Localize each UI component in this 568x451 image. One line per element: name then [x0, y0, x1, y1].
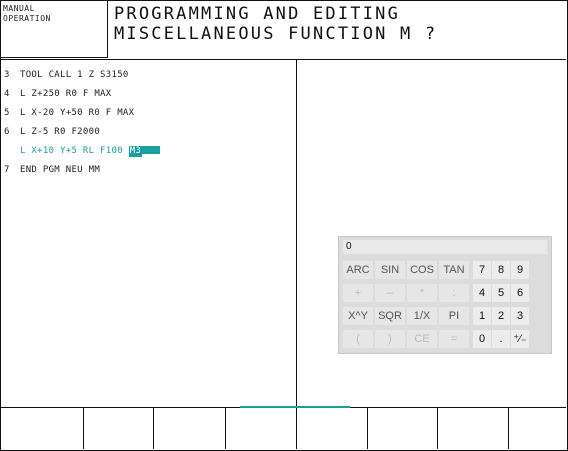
calc-key-1-2[interactable]: *	[407, 284, 437, 302]
program-line[interactable]: 7 END PGM NEU MM	[0, 161, 295, 180]
program-listing[interactable]: 3 TOOL CALL 1 Z S3150 4 L Z+250 R0 F MAX 5…	[0, 66, 295, 180]
calculator-panel: 0 ARC SIN COS TAN + – *: X^Y SQR 1/X PI () CE = 7 8 9 4 5 6…	[338, 236, 552, 354]
softkey-8[interactable]	[509, 408, 566, 449]
calc-num-key-0-2[interactable]: 9	[511, 261, 529, 279]
softkey-bar	[0, 408, 566, 449]
calc-key-1-1[interactable]: –	[375, 284, 405, 302]
header-divider	[0, 59, 566, 60]
calc-key-2-2[interactable]: 1/X	[407, 307, 437, 325]
calc-key-0-2[interactable]: COS	[407, 261, 437, 279]
line-text: END PGM NEU MM	[20, 165, 101, 175]
line-number: 7	[4, 165, 10, 175]
mode-label: MANUAL OPERATION	[0, 0, 108, 58]
calc-num-key-2-1[interactable]: 2	[492, 307, 510, 325]
line-text: L X+10 Y+5 RL F100	[20, 146, 129, 156]
line-number: 5	[4, 108, 10, 118]
calculator-display: 0	[343, 240, 547, 254]
calc-num-key-3-1[interactable]: .	[492, 330, 510, 348]
calc-key-3-3[interactable]: =	[439, 330, 469, 348]
calc-num-key-3-0[interactable]: 0	[473, 330, 491, 348]
calc-num-key-1-2[interactable]: 6	[511, 284, 529, 302]
line-text: L X-20 Y+50 R0 F MAX	[20, 108, 135, 118]
calc-key-2-0[interactable]: X^Y	[343, 307, 373, 325]
calc-num-key-2-2[interactable]: 3	[511, 307, 529, 325]
title-line1: PROGRAMMING AND EDITING	[114, 4, 401, 24]
calc-num-key-0-1[interactable]: 8	[492, 261, 510, 279]
calc-key-2-1[interactable]: SQR	[375, 307, 405, 325]
calc-key-3-2[interactable]: CE	[407, 330, 437, 348]
line-number: 6	[4, 127, 10, 137]
panel-divider	[296, 60, 297, 408]
calc-num-key-0-0[interactable]: 7	[473, 261, 491, 279]
calc-num-key-3-2[interactable]: ⁺⁄₋	[511, 330, 529, 348]
calc-key-1-3[interactable]: :	[439, 284, 469, 302]
softkey-3[interactable]	[154, 408, 226, 449]
m-function-input[interactable]: M3	[128, 146, 143, 157]
calc-num-key-2-0[interactable]: 1	[473, 307, 491, 325]
input-cursor	[142, 146, 161, 154]
calc-num-key-1-1[interactable]: 5	[492, 284, 510, 302]
calc-key-0-0[interactable]: ARC	[343, 261, 373, 279]
program-line[interactable]: 6 L Z-5 R0 F2000	[0, 123, 295, 142]
calc-key-3-0[interactable]: (	[343, 330, 373, 348]
mode-label-line1: MANUAL	[3, 4, 35, 13]
mode-label-line2: OPERATION	[3, 14, 51, 23]
calc-key-3-1[interactable]: )	[375, 330, 405, 348]
line-number: 3	[4, 70, 10, 80]
calc-key-2-3[interactable]: PI	[439, 307, 469, 325]
page-title: PROGRAMMING AND EDITING MISCELLANEOUS FU…	[114, 4, 437, 44]
program-line[interactable]: 5 L X-20 Y+50 R0 F MAX	[0, 104, 295, 123]
softkey-2[interactable]	[84, 408, 154, 449]
calc-key-0-3[interactable]: TAN	[439, 261, 469, 279]
softkey-4[interactable]	[226, 408, 297, 449]
calc-key-1-0[interactable]: +	[343, 284, 373, 302]
line-text: L Z+250 R0 F MAX	[20, 89, 112, 99]
calc-num-key-1-0[interactable]: 4	[473, 284, 491, 302]
softkey-6[interactable]	[368, 408, 438, 449]
calc-key-0-1[interactable]: SIN	[375, 261, 405, 279]
program-line-active[interactable]: L X+10 Y+5 RL F100 M3	[0, 142, 295, 161]
line-text: TOOL CALL 1 Z S3150	[20, 70, 129, 80]
program-line[interactable]: 3 TOOL CALL 1 Z S3150	[0, 66, 295, 85]
program-line[interactable]: 4 L Z+250 R0 F MAX	[0, 85, 295, 104]
softkey-7[interactable]	[438, 408, 509, 449]
line-text: L Z-5 R0 F2000	[20, 127, 101, 137]
line-number: 4	[4, 89, 10, 99]
softkey-1[interactable]	[0, 408, 84, 449]
title-line2: MISCELLANEOUS FUNCTION M ?	[114, 24, 438, 44]
softkey-5[interactable]	[297, 408, 368, 449]
